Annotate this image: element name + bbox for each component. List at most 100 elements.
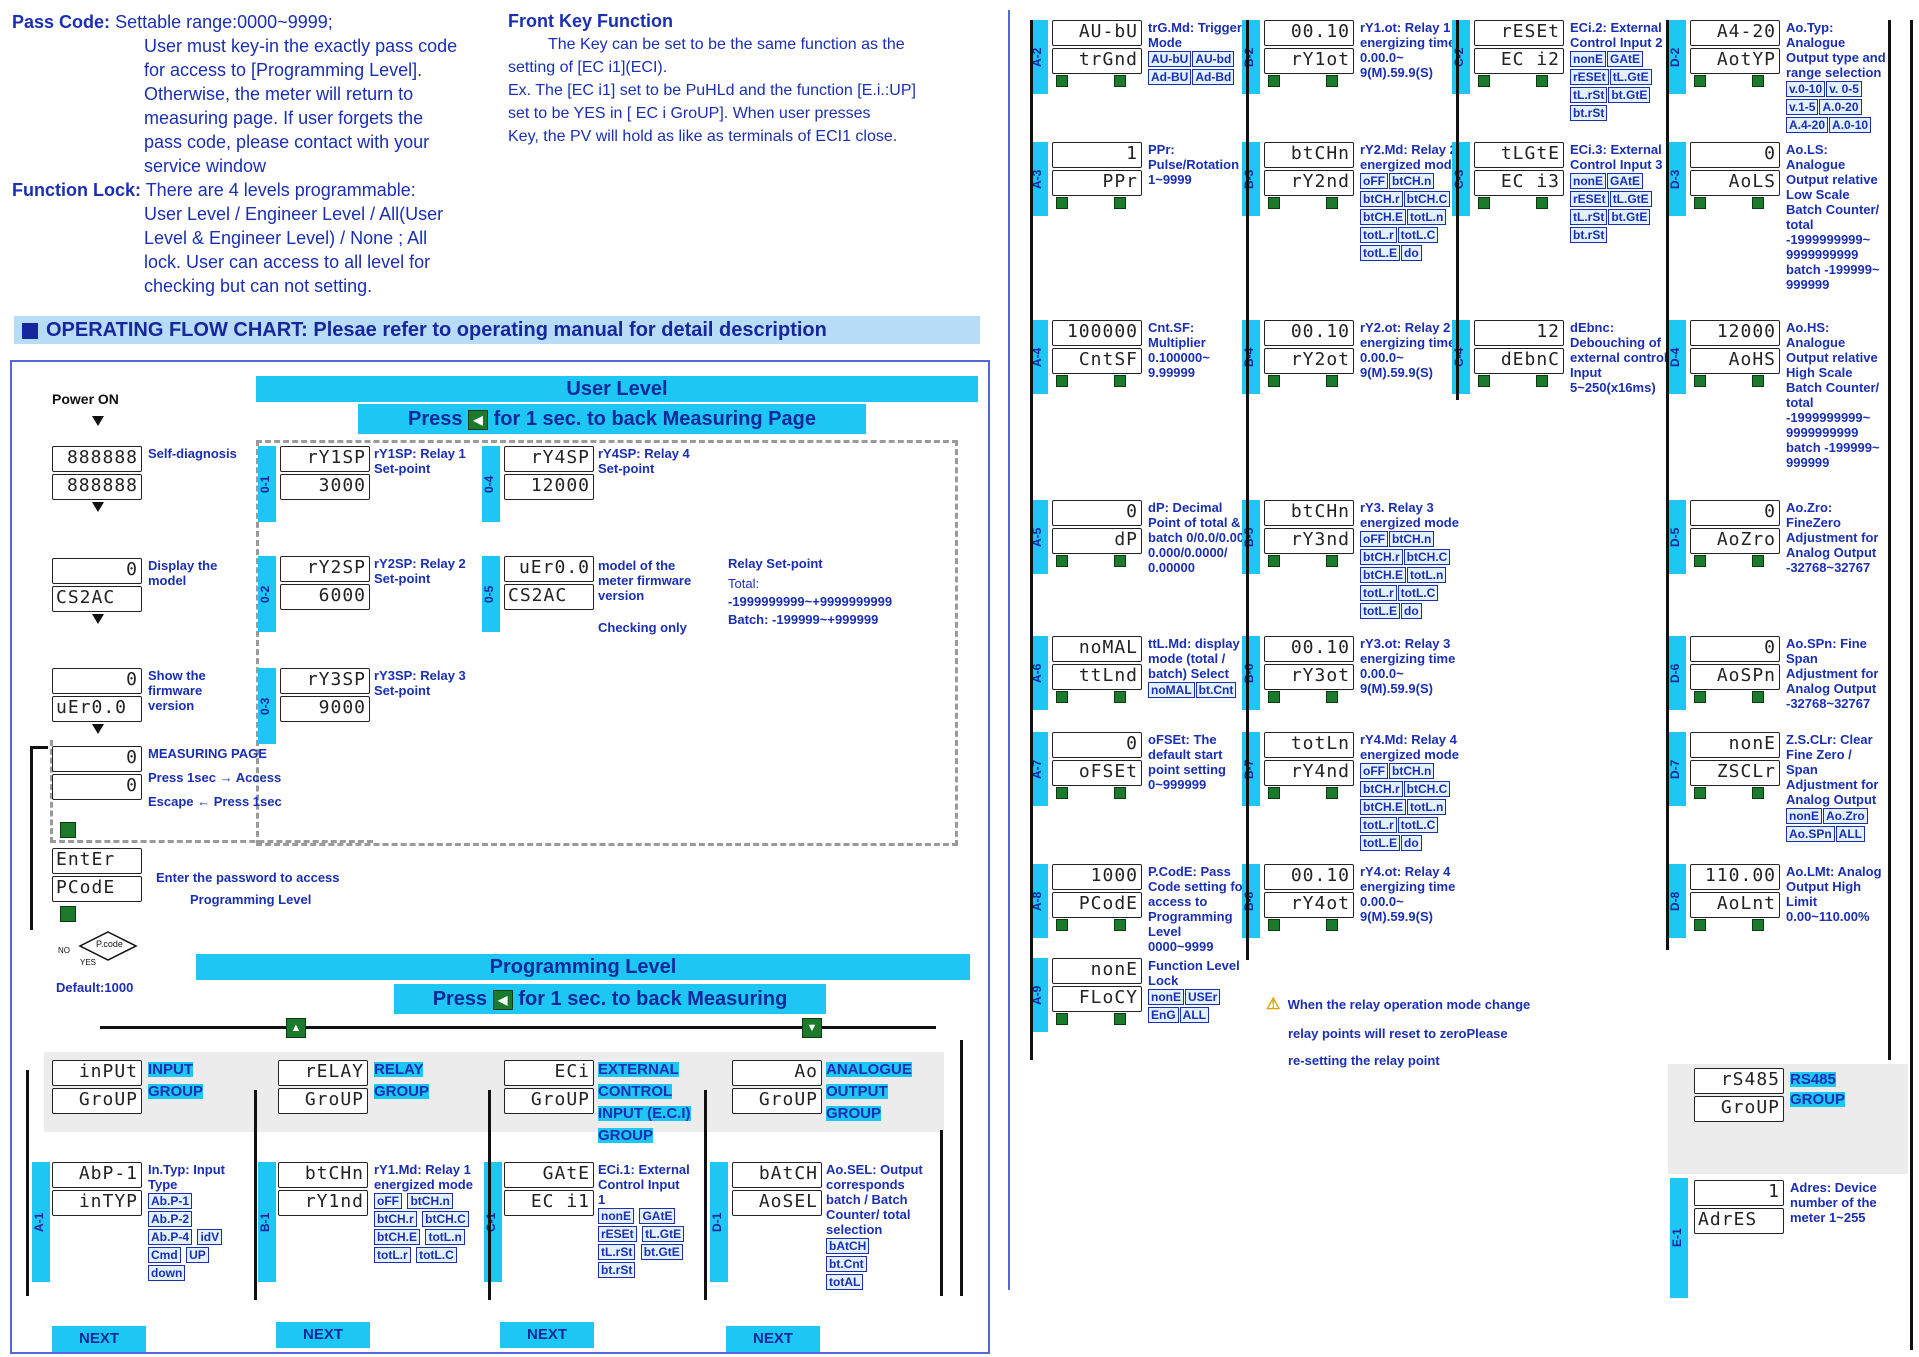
item-info: ttL.Md: display mode (total / batch) Sel…	[1148, 636, 1248, 699]
option: btCH.n	[1389, 763, 1435, 779]
pass-code-title: Pass Code:	[12, 12, 111, 32]
pcode-decision: P.code	[78, 930, 138, 961]
next-button-c[interactable]: NEXT	[500, 1322, 594, 1348]
input-type-info: In.Typ: Input Type Ab.P-1 Ab.P-2 Ab.P-4 …	[148, 1162, 240, 1282]
eci-group-label4: GROUP	[598, 1127, 654, 1144]
option: nonE	[1148, 989, 1184, 1005]
lcd-display-model: 0 CS2AC	[52, 558, 142, 612]
lcd-top: 110.00	[1690, 864, 1780, 890]
loop-line	[30, 746, 48, 749]
tab-b-4: B-4	[1242, 320, 1260, 394]
lcd-bottom: 3000	[280, 474, 370, 500]
lcd-top: AU-bU	[1052, 20, 1142, 46]
item-info: trG.Md: Trigger Mode AU-bU AU-bdAd-BU Ad-Bd	[1148, 20, 1248, 86]
tab-b-2: B-2	[1242, 20, 1260, 94]
lcd-address: 1 AdrES	[1694, 1180, 1784, 1234]
pcode-label: P.code	[96, 939, 123, 949]
option: totL.n	[1407, 567, 1447, 583]
warning-line-2: re-setting the relay point	[1288, 1053, 1440, 1068]
lcd-bottom: CS2AC	[504, 584, 594, 610]
item-label: dP: Decimal Point of total & batch 0/0.0…	[1148, 500, 1248, 575]
item-info: Ao.SPn: Fine Span Adjustment for Analog …	[1786, 636, 1886, 711]
tab-e-1: E-1	[1670, 1178, 1688, 1298]
eci1-info: ECi.1: External Control Input 1 nonE GAt…	[598, 1162, 690, 1279]
lcd-bottom: ZSCLr	[1690, 760, 1780, 786]
lcd-bottom: rY1nd	[278, 1190, 368, 1216]
eci1-label: ECi.1: External Control Input 1	[598, 1162, 690, 1207]
fun-key-icon	[1268, 375, 1280, 387]
lcd-a-9: nonE FLoCY	[1052, 958, 1142, 1025]
lcd-b-8: 00.10 rY4ot	[1264, 864, 1354, 931]
up-key-icon	[1752, 197, 1764, 209]
key-icons	[1052, 919, 1142, 931]
option: nonE	[598, 1208, 634, 1224]
lcd-a-3: 1 PPr	[1052, 142, 1142, 209]
option: btCH.n	[1389, 531, 1435, 547]
option: btCH.r	[1360, 781, 1403, 797]
power-on-label: Power ON	[52, 391, 119, 407]
fun-key-icon	[1268, 919, 1280, 931]
lcd-top: 1	[1052, 142, 1142, 168]
option: bt.Cnt	[1195, 682, 1237, 698]
lcd-bottom: oFSEt	[1052, 760, 1142, 786]
fun-key-icon	[1268, 691, 1280, 703]
item-label: Ao.LMt: Analog Output High Limit 0.00~11…	[1786, 864, 1882, 924]
lcd-firmware-version: uEr0.0 CS2AC	[504, 556, 594, 610]
lcd-bottom: EC i1	[504, 1190, 594, 1216]
lcd-bottom: rY3nd	[1264, 528, 1354, 554]
up-key-icon	[1114, 197, 1126, 209]
item-label: Ao.LS: Analogue Output relative Low Scal…	[1786, 142, 1880, 292]
key-icons	[1690, 691, 1780, 703]
lcd-bottom: AoLnt	[1690, 892, 1780, 918]
function-lock-line: lock. User can access to all level for	[144, 252, 431, 272]
item-info: Function Level Lock nonE USEr EnG ALL	[1148, 958, 1248, 1024]
press-access-label: Press 1sec → Access	[148, 770, 282, 785]
lcd-top: 0	[1690, 636, 1780, 662]
next-button-a[interactable]: NEXT	[52, 1326, 146, 1352]
warning-text: When the relay operation mode change	[1287, 997, 1531, 1012]
fun-key-icon	[1268, 197, 1280, 209]
lcd-top: 0	[52, 668, 142, 694]
next-button-d[interactable]: NEXT	[726, 1326, 820, 1352]
lcd-bottom: rY2ot	[1264, 348, 1354, 374]
relay-group-label2: GROUP	[374, 1083, 430, 1100]
lcd-bottom: PPr	[1052, 170, 1142, 196]
key-icons	[1264, 787, 1354, 799]
option: btCH.E	[1360, 567, 1406, 583]
fun-key-icon	[1056, 375, 1068, 387]
tab-d-4: D-4	[1668, 320, 1686, 394]
option: bt.GtE	[640, 1244, 683, 1260]
option: tL.rSt	[598, 1244, 636, 1260]
lcd-relay1-setpoint: rY1SP 3000	[280, 446, 370, 500]
option: totL.C	[1397, 585, 1439, 601]
key-icons	[1264, 197, 1354, 209]
front-key-line: set to be YES in [ EC i GroUP]. When use…	[508, 105, 871, 122]
lcd-bottom: rY1ot	[1264, 48, 1354, 74]
item-info: oFSEt: The default start point setting 0…	[1148, 732, 1248, 792]
option: GAtE	[1607, 51, 1643, 67]
flow-line	[26, 1070, 29, 1296]
next-button-b[interactable]: NEXT	[276, 1322, 370, 1348]
option: do	[1401, 835, 1422, 851]
show-firmware-label: Show the firmware version	[148, 668, 206, 713]
escape-label: Escape ← Press 1sec	[148, 794, 282, 809]
item-label: oFSEt: The default start point setting 0…	[1148, 732, 1226, 792]
function-lock-line: There are 4 levels programmable:	[145, 180, 416, 200]
lcd-top: 00.10	[1264, 864, 1354, 890]
yes-label: YES	[80, 958, 97, 967]
key-icons	[1264, 555, 1354, 567]
option: Ab.P-2	[148, 1211, 193, 1227]
lcd-bottom: EC i3	[1474, 170, 1564, 196]
item-info: Ao.LMt: Analog Output High Limit 0.00~11…	[1786, 864, 1886, 924]
lcd-top: 0	[52, 558, 142, 584]
up-key-icon	[1752, 691, 1764, 703]
lcd-bottom: ttLnd	[1052, 664, 1142, 690]
key-icons	[1052, 75, 1142, 87]
option: A.4-20	[1786, 117, 1829, 133]
press-suffix: for 1 sec. to back Measuring	[518, 988, 788, 1010]
lcd-bottom: GroUP	[732, 1088, 822, 1114]
option: btCH.C	[1403, 781, 1451, 797]
lcd-top: rY3SP	[280, 668, 370, 694]
option: A.0-20	[1819, 99, 1862, 115]
option: idV	[197, 1229, 223, 1245]
